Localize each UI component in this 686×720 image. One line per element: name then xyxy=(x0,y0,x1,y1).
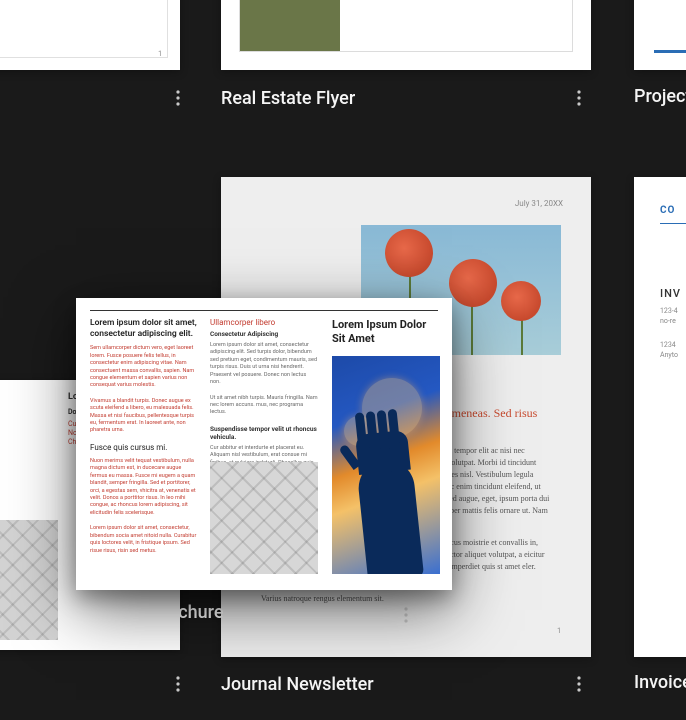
image-placeholder-icon xyxy=(210,462,318,574)
col-sub: Suspendisse tempor velit ut rhoncus vehi… xyxy=(210,425,318,441)
accent-stripe xyxy=(660,223,686,224)
col-sub: Consectetur Adipiscing xyxy=(210,330,318,338)
template-card-invoice[interactable]: CO INV 123-4 no-re 1234 Anyto xyxy=(634,177,686,657)
invoice-logo: CO xyxy=(660,205,675,216)
template-title: Museam Brochure xyxy=(76,602,223,623)
brochure-col-2: Ullamcorper libero Consectetur Adipiscin… xyxy=(210,318,318,482)
doc-frame xyxy=(0,0,168,58)
doc-frame: Lorem Ipsum 1234 Main Street Anytown, St… xyxy=(239,0,573,52)
page-number: 1 xyxy=(158,50,162,58)
divider xyxy=(90,310,438,311)
template-card-real-estate[interactable]: Lorem Ipsum 1234 Main Street Anytown, St… xyxy=(221,0,591,70)
more-options-button[interactable] xyxy=(166,672,190,696)
newsletter-date: July 31, 20XX xyxy=(515,199,563,208)
col-heading: Lorem ipsum dolor sit amet, consectetur … xyxy=(90,318,198,339)
template-card-project[interactable] xyxy=(634,0,686,70)
col-subheading: Fusce quis cursus mi. xyxy=(90,443,198,452)
col-body: Lorem ipsum dolor sit amet, consectetur,… xyxy=(90,525,198,555)
invoice-heading: INV xyxy=(660,287,681,300)
brochure-col-1: Lorem ipsum dolor sit amet, consectetur … xyxy=(90,318,198,563)
bullet-list: Suspendisse ullamcorper mauris non est p… xyxy=(340,0,572,51)
page-number: 1 xyxy=(557,627,561,635)
more-options-button[interactable] xyxy=(394,603,418,627)
brochure-col-3: Lorem Ipsum Dolor Sit Amet xyxy=(332,318,440,352)
col-body: Nuon merims velit tequat vestibulum, nul… xyxy=(90,458,198,517)
more-options-button[interactable] xyxy=(567,86,591,110)
col-body: Sem ullamcorper dictum vero, eget laoree… xyxy=(90,345,198,390)
more-options-button[interactable] xyxy=(567,672,591,696)
template-title: Real Estate Flyer xyxy=(221,88,355,109)
template-title: Invoice xyxy=(634,672,686,693)
col-heading: Lorem Ipsum Dolor Sit Amet xyxy=(332,318,440,346)
col-body: Lorem ipsum dolor sit amet, consectetur … xyxy=(210,342,318,387)
accent-stripe xyxy=(654,50,686,53)
image-placeholder-icon xyxy=(0,520,58,640)
invoice-meta: 123-4 no-re xyxy=(660,307,678,327)
contact-panel: Lorem Ipsum 1234 Main Street Anytown, St… xyxy=(240,0,340,51)
hand-icon xyxy=(356,457,424,574)
template-title: Journal Newsletter xyxy=(221,674,374,695)
invoice-address: 1234 Anyto xyxy=(660,341,678,361)
col-body: Ut sit amet nibh turpis. Mauris fringill… xyxy=(210,395,318,417)
brochure-photo-placeholder xyxy=(332,356,440,574)
template-title: Project xyxy=(634,86,686,107)
col-heading: Ullamcorper libero xyxy=(210,318,318,327)
col-body: Vivamus a blandit turpis. Donec augue ex… xyxy=(90,398,198,435)
template-card[interactable]: 1 xyxy=(0,0,180,70)
more-options-button[interactable] xyxy=(166,86,190,110)
template-card-museum-hover[interactable]: Lorem ipsum dolor sit amet, consectetur … xyxy=(76,298,452,590)
